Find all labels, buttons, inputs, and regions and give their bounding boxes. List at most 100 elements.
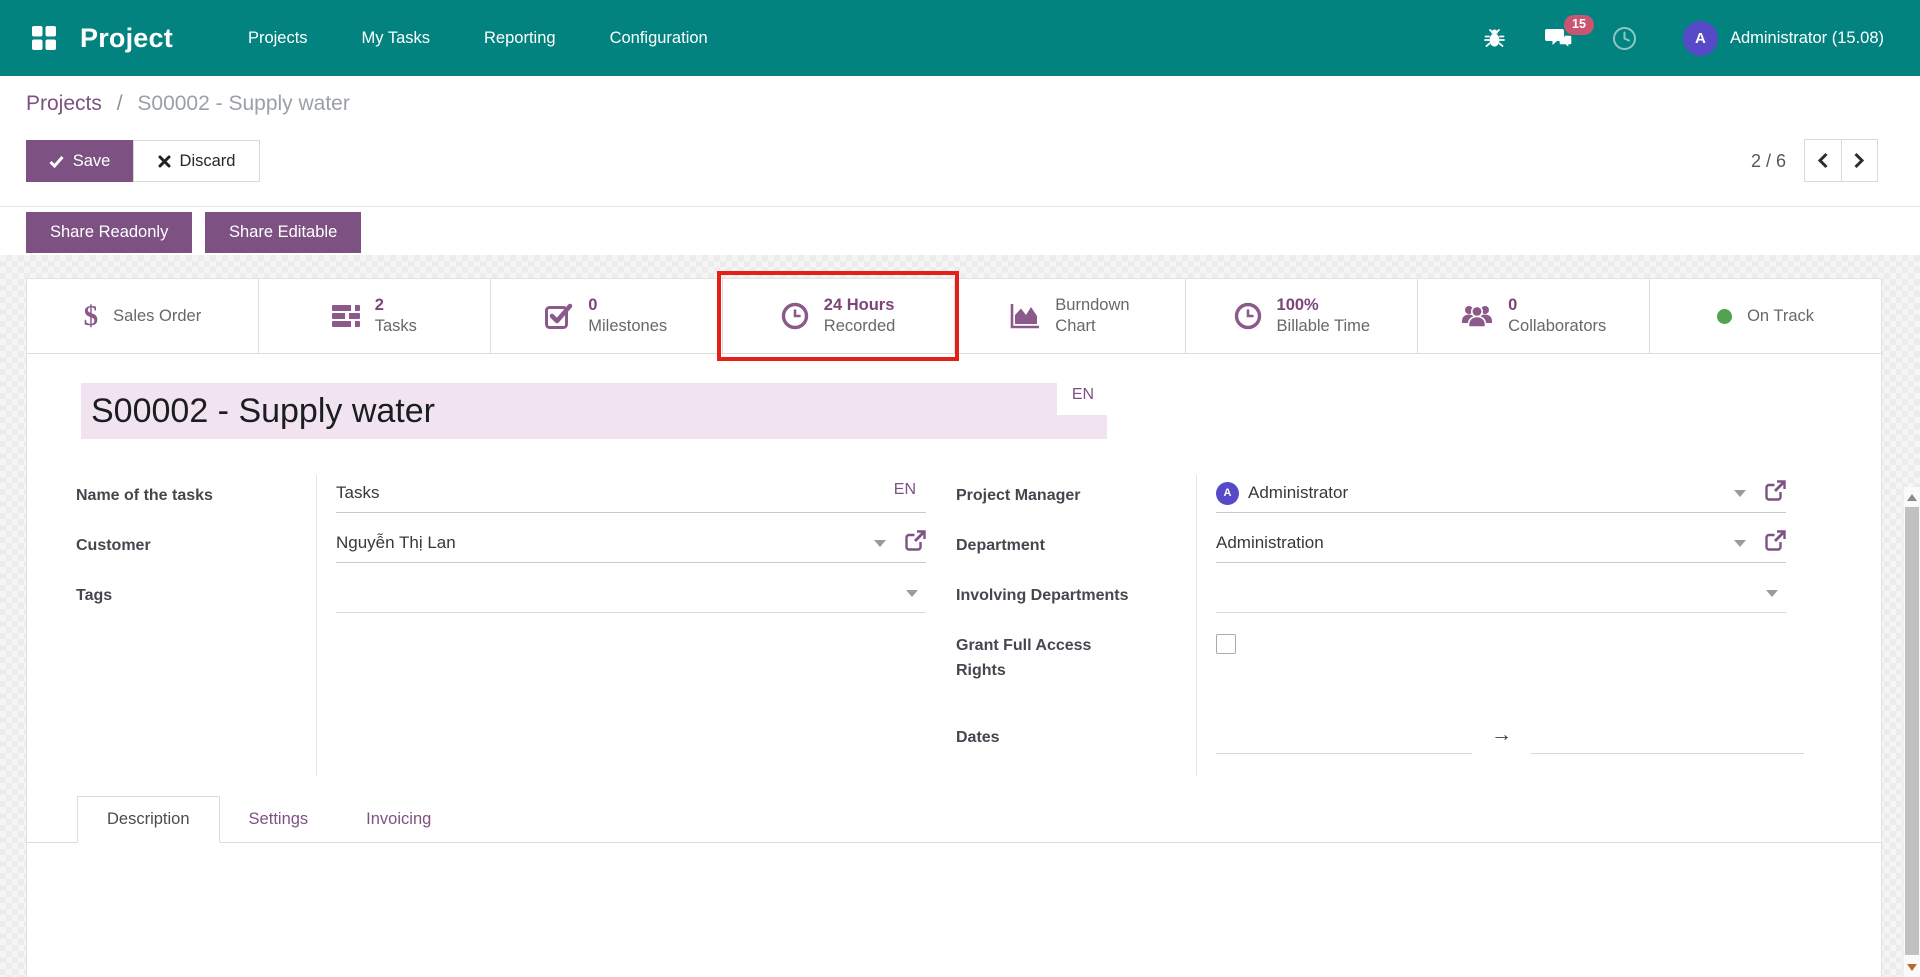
field-row-department: DepartmentAdministration [956,521,1786,571]
stat-button-billable-time[interactable]: 100%Billable Time [1186,279,1418,353]
chevron-left-icon [1817,152,1829,169]
field-input-dates: → [1216,716,1804,754]
breadcrumb-parent[interactable]: Projects [26,92,102,115]
notebook-tabs: DescriptionSettingsInvoicing [27,796,1881,843]
nav-menu-item-reporting[interactable]: Reporting [457,0,583,76]
arrow-right-icon: → [1491,717,1512,753]
scrollbar-thumb[interactable] [1905,507,1919,955]
project-title-input[interactable]: S00002 - Supply water [81,383,1107,439]
stat-button-value: 24 Hours [824,295,896,316]
save-button[interactable]: Save [26,140,133,182]
tab-description[interactable]: Description [77,796,220,843]
debug-bug-icon[interactable] [1484,27,1505,50]
field-input-department[interactable]: Administration [1216,524,1786,563]
stat-button-text: Sales Order [113,306,201,327]
stat-button-label: Milestones [588,316,667,337]
app-title[interactable]: Project [80,23,173,54]
scrollbar-down-arrow-icon[interactable] [1904,959,1920,975]
pager-previous-button[interactable] [1805,140,1842,181]
tab-invoicing[interactable]: Invoicing [337,796,460,843]
breadcrumb: Projects / S00002 - Supply water [26,92,350,116]
field-label-involving-departments: Involving Departments [956,571,1196,621]
discard-button[interactable]: Discard [133,140,260,182]
nav-menu-item-projects[interactable]: Projects [221,0,335,76]
field-input-name-of-the-tasks[interactable]: TasksEN [336,474,926,513]
systray: 15 A Administrator (15.08) [1444,21,1920,56]
stat-button-label: Recorded [824,316,896,337]
stat-button-value: 0 [1508,295,1606,316]
stat-button-label: Sales Order [113,306,201,327]
activities-clock-icon[interactable] [1612,26,1637,51]
share-editable-button[interactable]: Share Editable [205,212,361,253]
apps-menu-icon[interactable] [30,24,58,52]
stat-button-on-track[interactable]: On Track [1650,279,1881,353]
external-link-button[interactable] [1765,530,1786,551]
stat-button-recorded[interactable]: 24 HoursRecorded [723,279,955,353]
clock-icon [1234,302,1262,330]
x-icon [158,155,171,168]
stat-button-label: Tasks [375,316,417,337]
field-input-grant-full-access-rights [1216,624,1786,662]
external-link-button[interactable] [905,530,926,551]
stat-button-collaborators[interactable]: 0Collaborators [1418,279,1650,353]
share-readonly-button[interactable]: Share Readonly [26,212,192,253]
user-avatar[interactable]: A [1683,21,1718,56]
field-input-tags[interactable] [336,574,926,613]
translate-badge[interactable]: EN [894,481,916,499]
field-row-dates: Dates→ [956,713,1786,769]
stat-button-sales-order[interactable]: $Sales Order [27,279,259,353]
stat-button-tasks[interactable]: 2Tasks [259,279,491,353]
discard-button-label: Discard [180,152,236,171]
field-input-involving-departments[interactable] [1216,574,1786,613]
top-navbar: Project ProjectsMy TasksReportingConfigu… [0,0,1920,76]
main-menu: ProjectsMy TasksReportingConfiguration [221,0,735,76]
stat-button-milestones[interactable]: 0Milestones [491,279,723,353]
label-column-divider [316,475,317,776]
tasks-icon [332,304,360,328]
external-link-button[interactable] [1765,480,1786,501]
dropdown-caret-icon [874,540,886,547]
field-input-project-manager[interactable]: AAdministrator [1216,474,1786,513]
field-row-name-of-the-tasks: Name of the tasks TasksEN [76,471,926,521]
control-panel: Projects / S00002 - Supply water Save Di… [0,76,1920,255]
pager-counter: 2 / 6 [1751,140,1786,182]
tab-settings[interactable]: Settings [220,796,338,843]
users-icon [1461,304,1493,328]
nav-menu-item-my-tasks[interactable]: My Tasks [335,0,457,76]
nav-menu-item-configuration[interactable]: Configuration [583,0,735,76]
vertical-scrollbar[interactable] [1903,487,1920,977]
dropdown-caret-icon [1734,540,1746,547]
dropdown-caret-icon [906,590,918,597]
pager-next-button[interactable] [1842,140,1878,181]
form-sheet: $Sales Order2Tasks0Milestones24 HoursRec… [26,278,1882,977]
save-button-label: Save [73,152,111,171]
field-value: Nguyễn Thị Lan [336,533,456,553]
dropdown-caret-icon [1766,590,1778,597]
user-menu[interactable]: Administrator (15.08) [1730,29,1884,48]
stat-button-value: 2 [375,295,417,316]
checkbox-grant-full-access-rights[interactable] [1216,634,1236,654]
field-row-involving-departments: Involving Departments [956,571,1786,621]
messages-icon[interactable]: 15 [1545,26,1572,50]
stat-button-label: Burndown [1055,295,1129,316]
stat-button-value: 100% [1277,295,1371,316]
stat-button-text: 0Collaborators [1508,295,1606,337]
scrollbar-up-arrow-icon[interactable] [1904,489,1920,505]
external-link-icon [1765,480,1786,501]
form-group-left: Name of the tasksTasksENCustomerNguyễn T… [76,471,926,776]
stat-button-label: Chart [1055,316,1129,337]
stat-button-chart[interactable]: BurndownChart [955,279,1187,353]
stat-button-text: On Track [1747,306,1814,327]
grid-icon [31,25,57,51]
clock-icon [781,302,809,330]
stat-button-label: On Track [1747,306,1814,327]
field-label-name-of-the-tasks: Name of the tasks [76,471,316,521]
date-start-input[interactable] [1216,717,1472,754]
field-input-customer[interactable]: Nguyễn Thị Lan [336,524,926,563]
control-panel-divider [0,206,1920,207]
date-end-input[interactable] [1531,717,1804,754]
field-row-project-manager: Project ManagerAAdministrator [956,471,1786,521]
title-translate-badge[interactable]: EN [1057,375,1109,415]
stat-button-text: 2Tasks [375,295,417,337]
area-chart-icon [1010,303,1040,329]
